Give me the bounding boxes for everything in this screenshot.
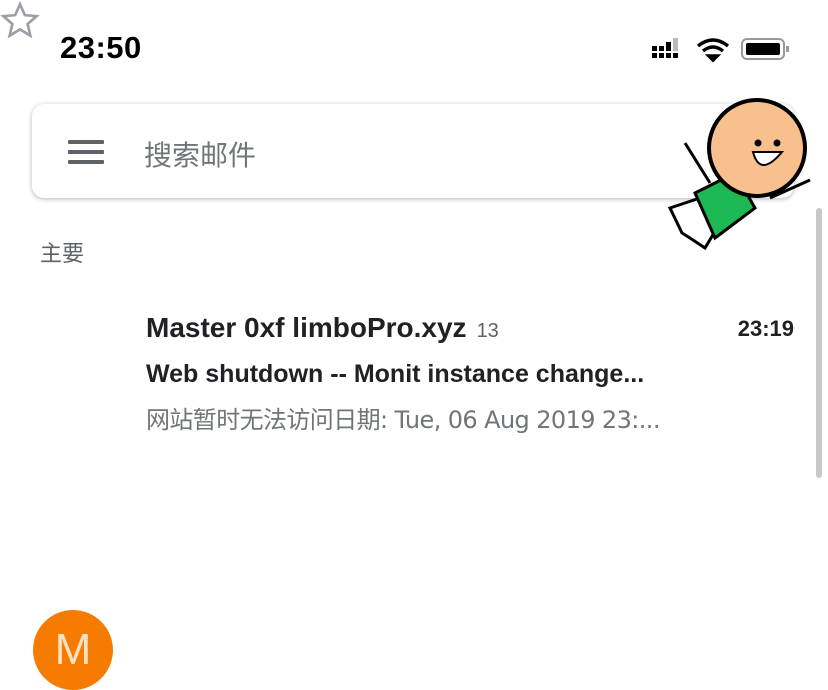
status-time: 23:50 — [60, 30, 142, 65]
email-snippet: 网站暂时无法访问日期: Tue, 06 Aug 2019 23:... — [146, 406, 660, 434]
account-avatar-cartoon-icon[interactable] — [660, 88, 820, 258]
email-subject: Web shutdown -- Monit instance change... — [146, 360, 645, 388]
thread-count: 13 — [476, 320, 499, 342]
sender-name: Master 0xf limboPro.xyz — [146, 312, 467, 343]
hamburger-menu-icon[interactable] — [68, 140, 104, 164]
email-sender: Master 0xf limboPro.xyz 13 — [146, 312, 499, 344]
signal-icon — [652, 38, 678, 58]
section-label: 主要 — [40, 242, 85, 267]
battery-icon — [741, 38, 789, 60]
star-icon[interactable] — [0, 0, 40, 40]
email-time: 23:19 — [737, 316, 794, 341]
status-icons — [652, 38, 789, 63]
sender-avatar: M — [33, 610, 113, 690]
search-input[interactable]: 搜索邮件 — [144, 134, 256, 174]
scrollbar[interactable] — [816, 208, 822, 478]
wifi-icon — [696, 38, 730, 63]
